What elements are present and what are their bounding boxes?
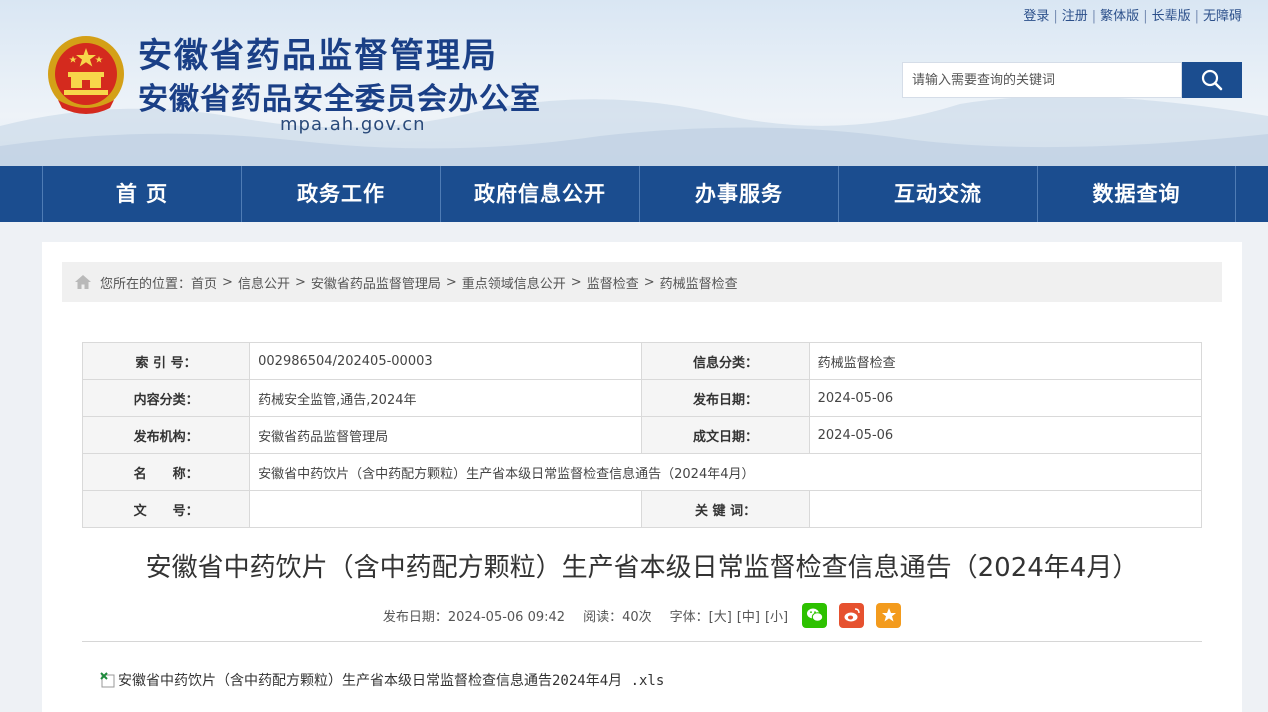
breadcrumb-separator: > — [445, 274, 457, 290]
breadcrumb-separator: > — [570, 274, 582, 290]
info-category-value: 药械监督检查 — [808, 342, 1203, 380]
font-small-button[interactable]: [小] — [765, 606, 788, 625]
favorite-button[interactable] — [876, 602, 902, 628]
article-meta: 发布日期：2024-05-06 09:42 阅读：40次 字体： [大] [中]… — [82, 600, 1202, 630]
name-label: 名 称： — [81, 453, 251, 491]
divider — [82, 641, 1202, 642]
wechat-icon — [806, 608, 823, 622]
index-label: 索 引 号： — [81, 342, 251, 380]
info-category-label: 信息分类： — [641, 342, 810, 380]
content-panel: 您所在的位置： 首页 > 信息公开 > 安徽省药品监督管理局 > 重点领域信息公… — [42, 242, 1242, 712]
table-row: 发布机构： 安徽省药品监督管理局 成文日期： 2024-05-06 — [81, 416, 1203, 454]
nav-item-home[interactable]: 首 页 — [42, 166, 241, 222]
publisher-value: 安徽省药品监督管理局 — [249, 416, 643, 454]
search-icon — [1201, 69, 1223, 91]
keywords-label: 关 键 词： — [641, 490, 810, 528]
table-row: 文 号： 关 键 词： — [81, 490, 1203, 528]
site-header: 安徽省药品监督管理局 安徽省药品安全委员会办公室 mpa.ah.gov.cn 登… — [0, 0, 1268, 166]
separator: | — [1194, 9, 1199, 24]
table-row: 名 称： 安徽省中药饮片（含中药配方颗粒）生产省本级日常监督检查信息通告（202… — [81, 453, 1202, 491]
index-value: 002986504/202405-00003 — [249, 342, 643, 380]
main-nav: 首 页 政务工作 政府信息公开 办事服务 互动交流 数据查询 — [0, 166, 1268, 222]
publisher-label: 发布机构： — [81, 416, 251, 454]
search-button[interactable] — [1182, 62, 1242, 98]
font-large-button[interactable]: [大] — [709, 606, 732, 625]
nav-item-interaction[interactable]: 互动交流 — [838, 166, 1037, 222]
publish-info: 发布日期：2024-05-06 09:42 — [382, 609, 566, 625]
home-icon — [75, 275, 91, 289]
breadcrumb-separator: > — [222, 274, 233, 290]
weibo-icon — [844, 608, 860, 622]
table-row: 索 引 号： 002986504/202405-00003 信息分类： 药械监督… — [81, 342, 1203, 380]
breadcrumb-current[interactable]: 药械监督检查 — [660, 273, 738, 292]
breadcrumb-key-areas[interactable]: 重点领域信息公开 — [462, 273, 566, 292]
name-value: 安徽省中药饮片（含中药配方颗粒）生产省本级日常监督检查信息通告（2024年4月） — [249, 453, 1202, 491]
nav-item-data-query[interactable]: 数据查询 — [1037, 166, 1236, 222]
metadata-table: 索 引 号： 002986504/202405-00003 信息分类： 药械监督… — [81, 342, 1203, 528]
font-size-label: 字体： — [669, 609, 709, 625]
weibo-share-button[interactable] — [839, 602, 865, 628]
national-emblem-icon — [48, 36, 124, 114]
site-title: 安徽省药品监督管理局 — [138, 36, 498, 76]
breadcrumb-separator: > — [643, 274, 655, 290]
breadcrumb: 您所在的位置： 首页 > 信息公开 > 安徽省药品监督管理局 > 重点领域信息公… — [62, 262, 1222, 302]
wechat-share-button[interactable] — [802, 602, 828, 628]
nav-item-services[interactable]: 办事服务 — [639, 166, 838, 222]
register-link[interactable]: 注册 — [1062, 9, 1088, 24]
attachment-link[interactable]: 安徽省中药饮片（含中药配方颗粒）生产省本级日常监督检查信息通告2024年4月 .… — [100, 670, 664, 690]
separator: | — [1091, 9, 1097, 24]
search-input[interactable] — [902, 62, 1182, 98]
xls-file-icon — [100, 672, 115, 688]
top-links: 登录 | 注册 | 繁体版 | 长辈版 | 无障碍 — [1023, 5, 1242, 24]
separator: | — [1143, 9, 1148, 24]
separator: | — [1053, 9, 1058, 24]
doc-number-label: 文 号： — [81, 490, 251, 528]
nav-item-government-affairs[interactable]: 政务工作 — [241, 166, 440, 222]
created-date-label: 成文日期： — [641, 416, 810, 454]
login-link[interactable]: 登录 — [1023, 9, 1049, 24]
read-count: 阅读：40次 — [583, 609, 652, 625]
font-medium-button[interactable]: [中] — [737, 606, 760, 625]
breadcrumb-home[interactable]: 首页 — [191, 273, 217, 292]
doc-number-value — [249, 490, 643, 528]
traditional-chinese-link[interactable]: 繁体版 — [1100, 9, 1139, 24]
elderly-mode-link[interactable]: 长辈版 — [1152, 9, 1191, 24]
site-domain: mpa.ah.gov.cn — [280, 114, 426, 135]
breadcrumb-prefix: 您所在的位置： — [100, 276, 192, 292]
breadcrumb-supervision[interactable]: 监督检查 — [587, 273, 639, 292]
article-title: 安徽省中药饮片（含中药配方颗粒）生产省本级日常监督检查信息通告（2024年4月） — [145, 553, 1139, 583]
accessibility-link[interactable]: 无障碍 — [1203, 9, 1242, 24]
breadcrumb-bureau[interactable]: 安徽省药品监督管理局 — [311, 273, 441, 292]
attachment-name: 安徽省中药饮片（含中药配方颗粒）生产省本级日常监督检查信息通告2024年4月 .… — [118, 673, 665, 689]
created-date-value: 2024-05-06 — [808, 416, 1203, 454]
publish-date-value: 2024-05-06 — [808, 379, 1203, 417]
table-row: 内容分类： 药械安全监管,通告,2024年 发布日期： 2024-05-06 — [81, 379, 1203, 417]
site-subtitle: 安徽省药品安全委员会办公室 — [138, 82, 541, 117]
favorite-icon — [881, 608, 896, 622]
breadcrumb-separator: > — [294, 274, 306, 290]
nav-item-info-disclosure[interactable]: 政府信息公开 — [440, 166, 639, 222]
content-category-value: 药械安全监管,通告,2024年 — [249, 379, 643, 417]
breadcrumb-info-disclosure[interactable]: 信息公开 — [238, 273, 290, 292]
publish-date-label: 发布日期： — [641, 379, 810, 417]
keywords-value — [808, 490, 1203, 528]
content-category-label: 内容分类： — [81, 379, 251, 417]
